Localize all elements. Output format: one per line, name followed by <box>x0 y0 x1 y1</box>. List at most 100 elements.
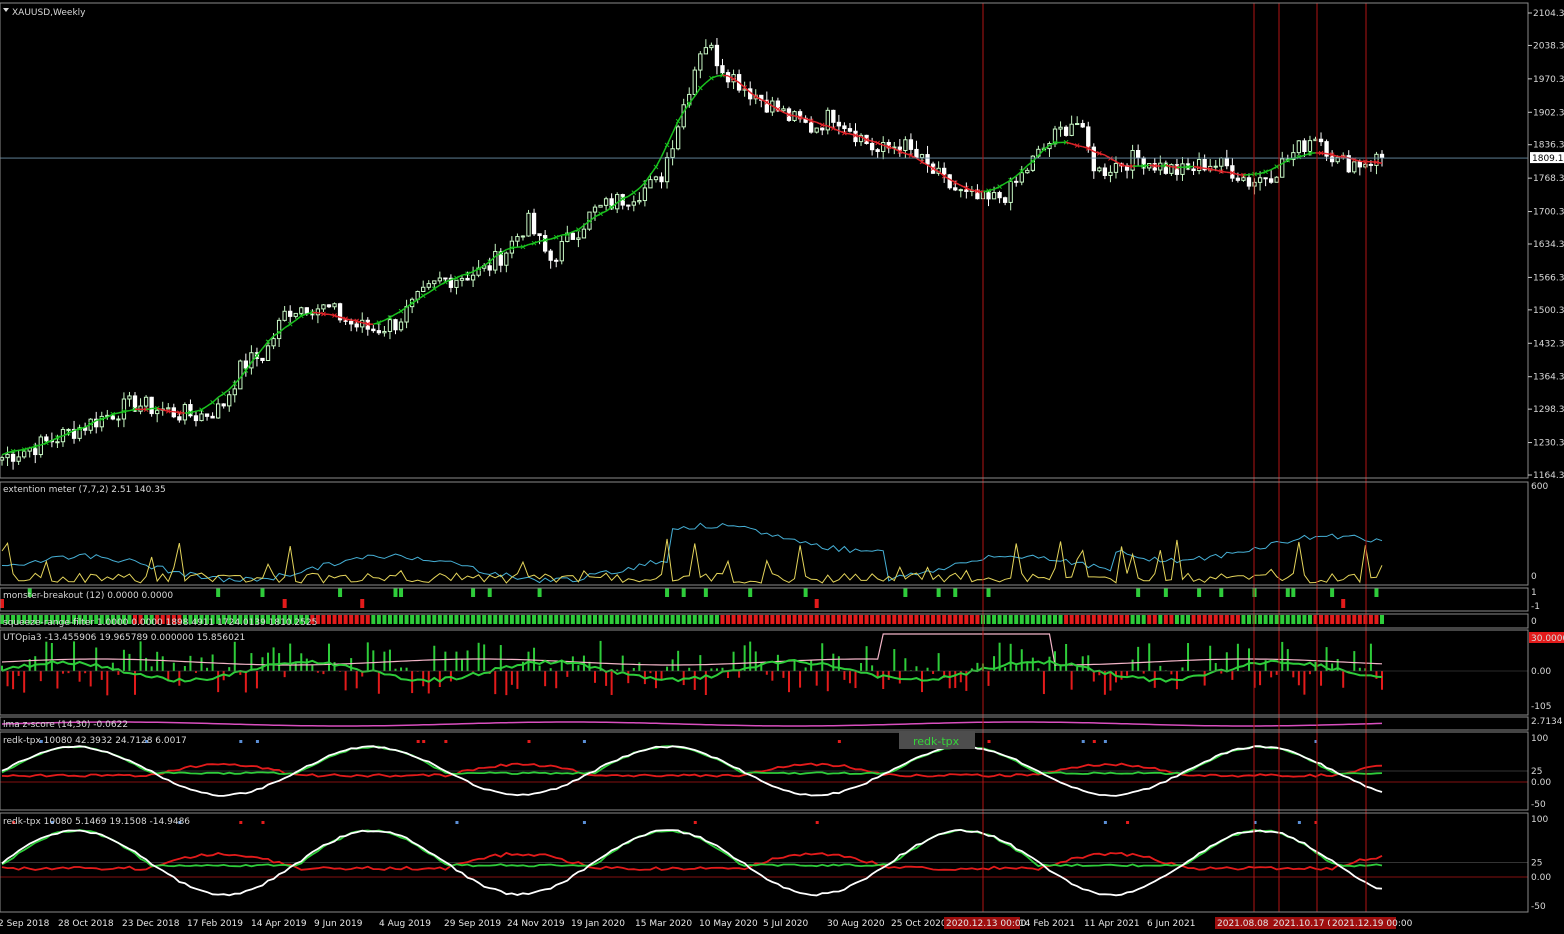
squeeze-bar <box>770 615 775 624</box>
utopia-scale: 0.00 <box>1531 667 1551 677</box>
price-level-label: 1364.30 <box>1533 373 1564 383</box>
date-label: 24 Nov 2019 <box>507 919 565 929</box>
squeeze-bar <box>626 615 631 624</box>
date-label: 2 Sep 2018 <box>0 919 50 929</box>
redk-dot <box>987 740 991 743</box>
date-label: 29 Sep 2019 <box>444 919 501 929</box>
squeeze-bar <box>947 615 952 624</box>
squeeze-bar <box>537 615 542 624</box>
candle-body <box>1379 153 1385 159</box>
candle-body <box>332 303 337 308</box>
candle-body <box>116 418 121 421</box>
squeeze-bar <box>376 615 381 624</box>
squeeze-bar <box>1058 615 1063 624</box>
squeeze-bar <box>1368 615 1373 624</box>
price-level-label: 1902.30 <box>1533 108 1564 118</box>
candle-body <box>903 139 908 151</box>
squeeze-bar <box>1014 615 1019 624</box>
candle-body <box>526 212 531 237</box>
breakout-bar <box>1219 588 1224 597</box>
squeeze-bar <box>908 615 913 624</box>
candle-body <box>1075 123 1080 126</box>
trail-segment <box>1143 164 1150 167</box>
candle-body <box>1086 126 1091 148</box>
squeeze-bar <box>814 615 819 624</box>
candle-body <box>637 200 642 203</box>
candle-body <box>398 321 404 331</box>
lma-scale: 2.7134 <box>1531 717 1563 727</box>
breakout-bar <box>1252 588 1257 597</box>
date-marker-label: 2021.12.19 00:00 <box>1332 919 1413 929</box>
squeeze-bar <box>487 615 492 624</box>
squeeze-bar <box>1125 615 1130 624</box>
price-level-label: 2104.30 <box>1533 9 1564 19</box>
date-marker-label: 2020.12.13 00:00 <box>946 919 1027 929</box>
trail-segment <box>12 449 19 453</box>
breakout-bar <box>393 588 398 597</box>
squeeze-bar <box>975 615 980 624</box>
squeeze-bar <box>936 615 941 624</box>
candle-body <box>432 280 437 285</box>
squeeze-bar <box>1235 615 1240 624</box>
squeeze-bar <box>415 615 420 624</box>
squeeze-bar <box>786 615 791 624</box>
candle-body <box>1025 169 1030 174</box>
squeeze-bar <box>709 615 714 624</box>
squeeze-bar <box>1258 615 1263 624</box>
squeeze-bar <box>437 615 442 624</box>
squeeze-bar <box>1324 615 1329 624</box>
squeeze-bar <box>421 615 426 624</box>
candle-body <box>221 403 226 407</box>
candle-body <box>603 198 609 206</box>
squeeze-bar <box>1296 615 1301 624</box>
candle-body <box>1180 163 1185 175</box>
squeeze-bar <box>1019 615 1024 624</box>
squeeze-bar <box>892 615 897 624</box>
price-level-label: 2038.30 <box>1533 41 1564 51</box>
candle-body <box>199 413 204 422</box>
squeeze-bar <box>509 615 514 624</box>
squeeze-bar <box>842 615 847 624</box>
candle-body <box>493 251 498 271</box>
trail-segment <box>123 409 130 413</box>
squeeze-bar <box>587 615 592 624</box>
candle-body <box>1063 126 1069 136</box>
candle-body <box>1257 177 1263 183</box>
breakout-bar <box>953 588 958 597</box>
candle-body <box>531 212 537 235</box>
squeeze-label: squeeze-range-filter 1.0000 0.0000 1898.… <box>3 618 317 628</box>
candle-body <box>598 204 603 208</box>
breakout-bar <box>814 599 819 608</box>
candle-body <box>1280 158 1285 178</box>
candle-body <box>703 47 709 55</box>
squeeze-bar <box>958 615 963 624</box>
squeeze-bar <box>426 615 431 624</box>
candle-body <box>299 307 304 314</box>
breakout-bar <box>537 588 542 597</box>
squeeze-bar <box>1030 615 1035 624</box>
squeeze-bar <box>1091 615 1096 624</box>
candle-body <box>831 109 836 123</box>
candle-body <box>991 192 997 200</box>
squeeze-bar <box>1069 615 1074 624</box>
candle-body <box>276 319 282 340</box>
candle-body <box>387 319 393 332</box>
candle-body <box>1235 177 1241 181</box>
squeeze-bar <box>1374 615 1379 624</box>
candle-body <box>293 312 298 317</box>
candle-body <box>1219 157 1224 167</box>
trail-segment <box>799 116 806 120</box>
price-level-label: 1768.30 <box>1533 174 1564 184</box>
date-label: 10 May 2020 <box>699 919 758 929</box>
squeeze-bar <box>465 615 470 624</box>
squeeze-bar <box>847 615 852 624</box>
candle-body <box>1014 180 1019 183</box>
candle-body <box>232 388 237 396</box>
date-label: 28 Oct 2018 <box>58 919 114 929</box>
squeeze-bar <box>953 615 958 624</box>
redk-scale: 25 <box>1531 859 1542 869</box>
utopia-scale: 30.0000 <box>1531 634 1564 644</box>
squeeze-bar <box>349 615 354 624</box>
candle-body <box>570 232 575 240</box>
breakout-bar <box>1374 588 1379 597</box>
